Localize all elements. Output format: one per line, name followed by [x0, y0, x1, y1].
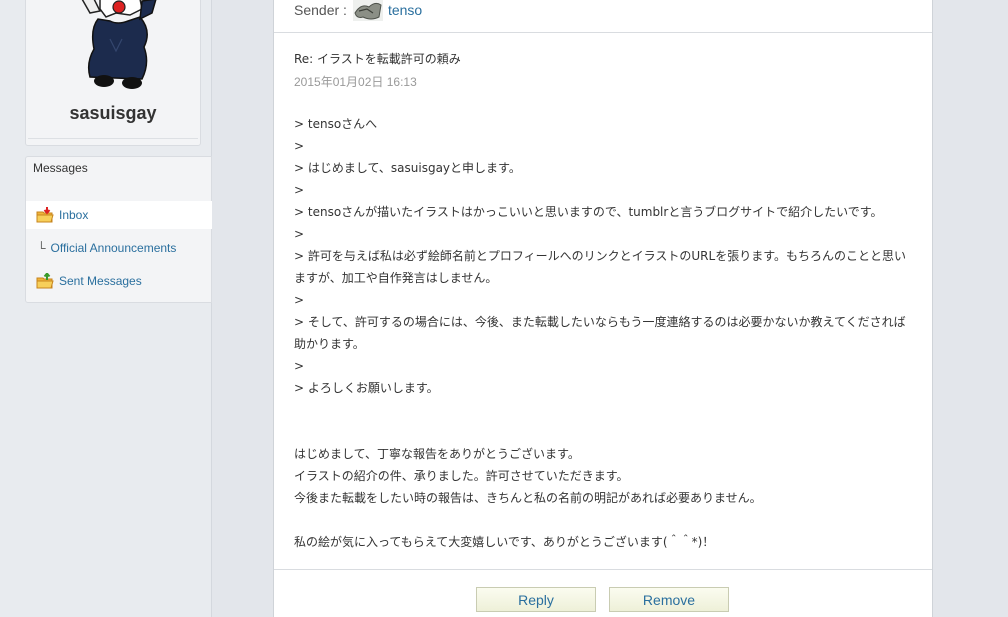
sidebar-item-inbox[interactable]: Inbox [26, 201, 212, 229]
message-date: 2015年01月02日 16:13 [294, 75, 417, 89]
inbox-folder-icon [36, 207, 54, 223]
message-body-line [294, 399, 914, 421]
sidebar-item-official-announcements[interactable]: └ Official Announcements [26, 234, 212, 262]
message-body-line: > 許可を与えば私は必ず絵師名前とプロフィールへのリンクとイラストのURLを張り… [294, 249, 907, 263]
sent-folder-icon [36, 273, 54, 289]
message-body-line: > そして、許可するの場合には、今後、また転載したいならもう一度連絡するのは必要… [294, 315, 906, 329]
footer-divider [274, 569, 932, 570]
header-divider [274, 32, 932, 33]
message-body-line: > [294, 139, 305, 153]
message-body-line: > [294, 359, 305, 373]
sender-avatar[interactable] [352, 0, 383, 21]
message-body-line: イラストの紹介の件、承りました。許可させていただきます。 [294, 469, 629, 483]
sidebar-item-label: Official Announcements [50, 241, 177, 255]
message-body-line: はじめまして、丁寧な報告をありがとうございます。 [294, 447, 580, 461]
remove-button[interactable]: Remove [609, 587, 729, 612]
message-body-line: > [294, 293, 305, 307]
message-body-line: 私の絵が気に入ってもらえて大変嬉しいです、ありがとうございます(＾＾*)！ [294, 535, 715, 549]
sender-row: Sender : tenso [294, 0, 422, 22]
sidebar-item-sent-messages[interactable]: Sent Messages [26, 267, 212, 295]
message-body-line: 今後また転載をしたい時の報告は、きちんと私の名前の明記があれば必要ありません。 [294, 491, 762, 505]
profile-username: sasuisgay [69, 103, 157, 123]
messages-nav: Messages Inbox └ Official Announcements … [25, 156, 212, 303]
message-panel: Sender : tenso Re: イラストを転載許可の頼み 2015年01月… [273, 0, 933, 617]
message-body-line: ますが、加工や自作発言はしません。 [294, 271, 498, 285]
message-subject: Re: イラストを転載許可の頼み [294, 52, 461, 66]
messages-title: Messages [33, 161, 88, 175]
sidebar-item-label: Sent Messages [59, 274, 142, 288]
message-body: > tensoさんへ > > はじめまして、sasuisgayと申します。 > > te… [294, 113, 914, 553]
reply-button[interactable]: Reply [476, 587, 596, 612]
message-body-line: > はじめまして、sasuisgayと申します。 [294, 161, 521, 175]
sender-label: Sender : [294, 2, 347, 18]
message-body-line: > tensoさんへ [294, 117, 378, 131]
left-column: sasuisgay Messages Inbox └ Official Anno… [0, 0, 212, 617]
message-body-line: > [294, 183, 305, 197]
message-body-line: 助かります。 [294, 337, 365, 351]
message-body-line: > [294, 227, 305, 241]
sidebar-item-label: Inbox [59, 208, 89, 222]
message-body-line [294, 421, 914, 443]
sender-name-link[interactable]: tenso [388, 2, 422, 18]
message-body-line [294, 509, 914, 531]
profile-card: sasuisgay [25, 0, 201, 146]
avatar[interactable] [70, 0, 160, 91]
profile-divider [28, 138, 198, 139]
message-body-line: > tensoさんが描いたイラストはかっこいいと思いますので、tumblrと言う… [294, 205, 883, 219]
message-body-line: > よろしくお願いします。 [294, 381, 439, 395]
sub-item-marker: └ [37, 241, 46, 255]
